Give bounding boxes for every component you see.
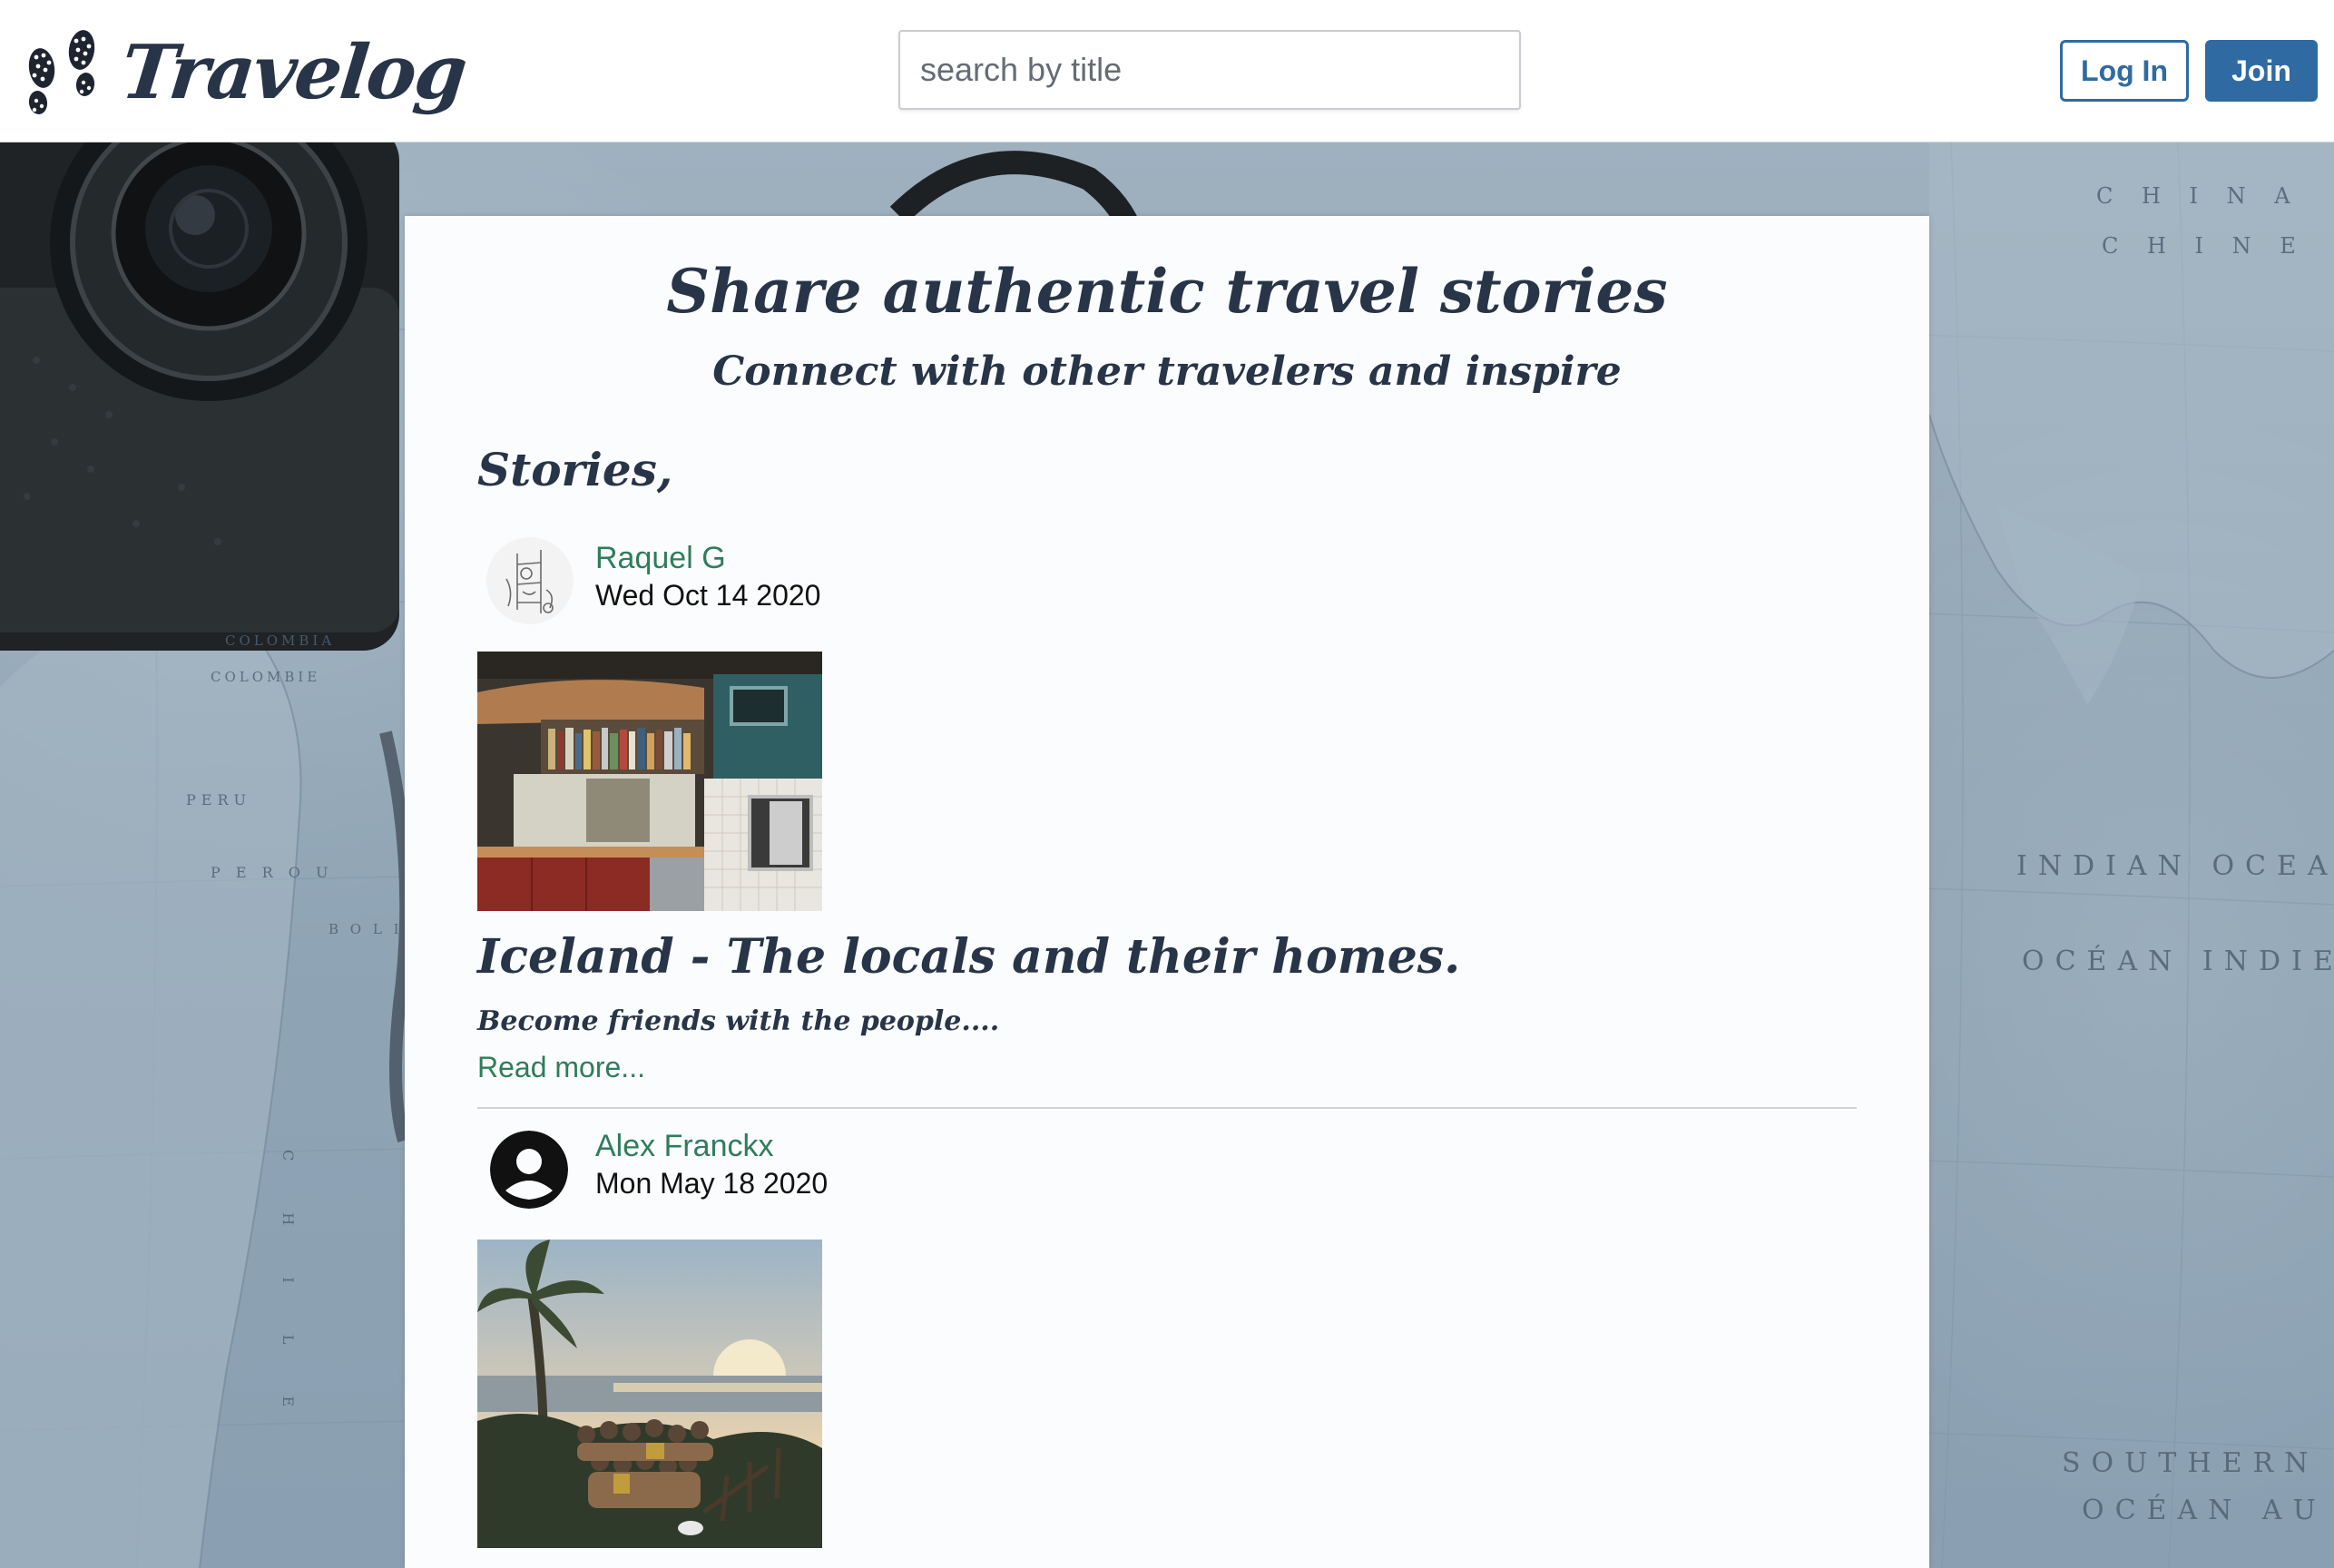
- author-avatar[interactable]: [486, 537, 574, 624]
- story-divider: [477, 1107, 1857, 1109]
- map-label-southern: SOUTHERN: [2062, 1447, 2319, 1479]
- login-button[interactable]: Log In: [2060, 40, 2189, 102]
- brand-logo[interactable]: Travelog: [18, 20, 469, 125]
- map-label-colombia: COLOMBIA: [225, 632, 336, 649]
- camera-graphic: [0, 142, 399, 651]
- group-sunset-photo: [477, 1240, 822, 1548]
- top-navbar: Travelog Log In Join: [0, 0, 2334, 142]
- map-label-peru: PERU: [186, 791, 251, 808]
- stories-heading: Stories,: [477, 443, 673, 496]
- map-label-perou: P E R O U: [211, 864, 334, 881]
- brand-name: Travelog: [116, 29, 470, 116]
- story-date: Wed Oct 14 2020: [595, 579, 821, 612]
- author-name-link[interactable]: Alex Franckx: [595, 1129, 774, 1164]
- map-label-ocean-indien: OCÉAN INDIEN: [2022, 946, 2334, 977]
- join-button[interactable]: Join: [2205, 40, 2318, 102]
- hero-subtitle: Connect with other travelers and inspire: [712, 348, 1622, 395]
- story-excerpt: Become friends with the people....: [477, 1005, 1000, 1037]
- map-label-chile: C H I L E: [279, 1150, 297, 1431]
- search-input[interactable]: [898, 30, 1521, 110]
- person-icon: [490, 1131, 568, 1209]
- map-label-ocean-au: OCÉAN AU: [2082, 1494, 2327, 1526]
- story-author: Alex Franckx Mon May 18 2020: [477, 1120, 1294, 1220]
- story-image-group[interactable]: [477, 1240, 822, 1548]
- map-label-indian-ocean: INDIAN OCEAN: [2016, 850, 2334, 882]
- hero-title: Share authentic travel stories: [666, 256, 1668, 327]
- map-label-chine: C H I N E: [2102, 233, 2307, 259]
- author-avatar[interactable]: [490, 1131, 568, 1209]
- kitchen-photo: [477, 652, 822, 911]
- footprints-icon: [28, 30, 95, 114]
- story-date: Mon May 18 2020: [595, 1167, 829, 1200]
- sketch-avatar-icon: [486, 537, 574, 624]
- story-author: Raquel G Wed Oct 14 2020: [477, 532, 1294, 632]
- story-image-kitchen[interactable]: [477, 652, 822, 911]
- map-label-colombie: COLOMBIE: [211, 669, 321, 685]
- story-title-link[interactable]: Iceland - The locals and their homes.: [477, 929, 1460, 985]
- stories-card: Share authentic travel stories Connect w…: [405, 216, 1929, 1568]
- map-label-china: C H I N A: [2096, 183, 2301, 209]
- author-name-link[interactable]: Raquel G: [595, 541, 726, 576]
- read-more-link[interactable]: Read more...: [477, 1051, 645, 1084]
